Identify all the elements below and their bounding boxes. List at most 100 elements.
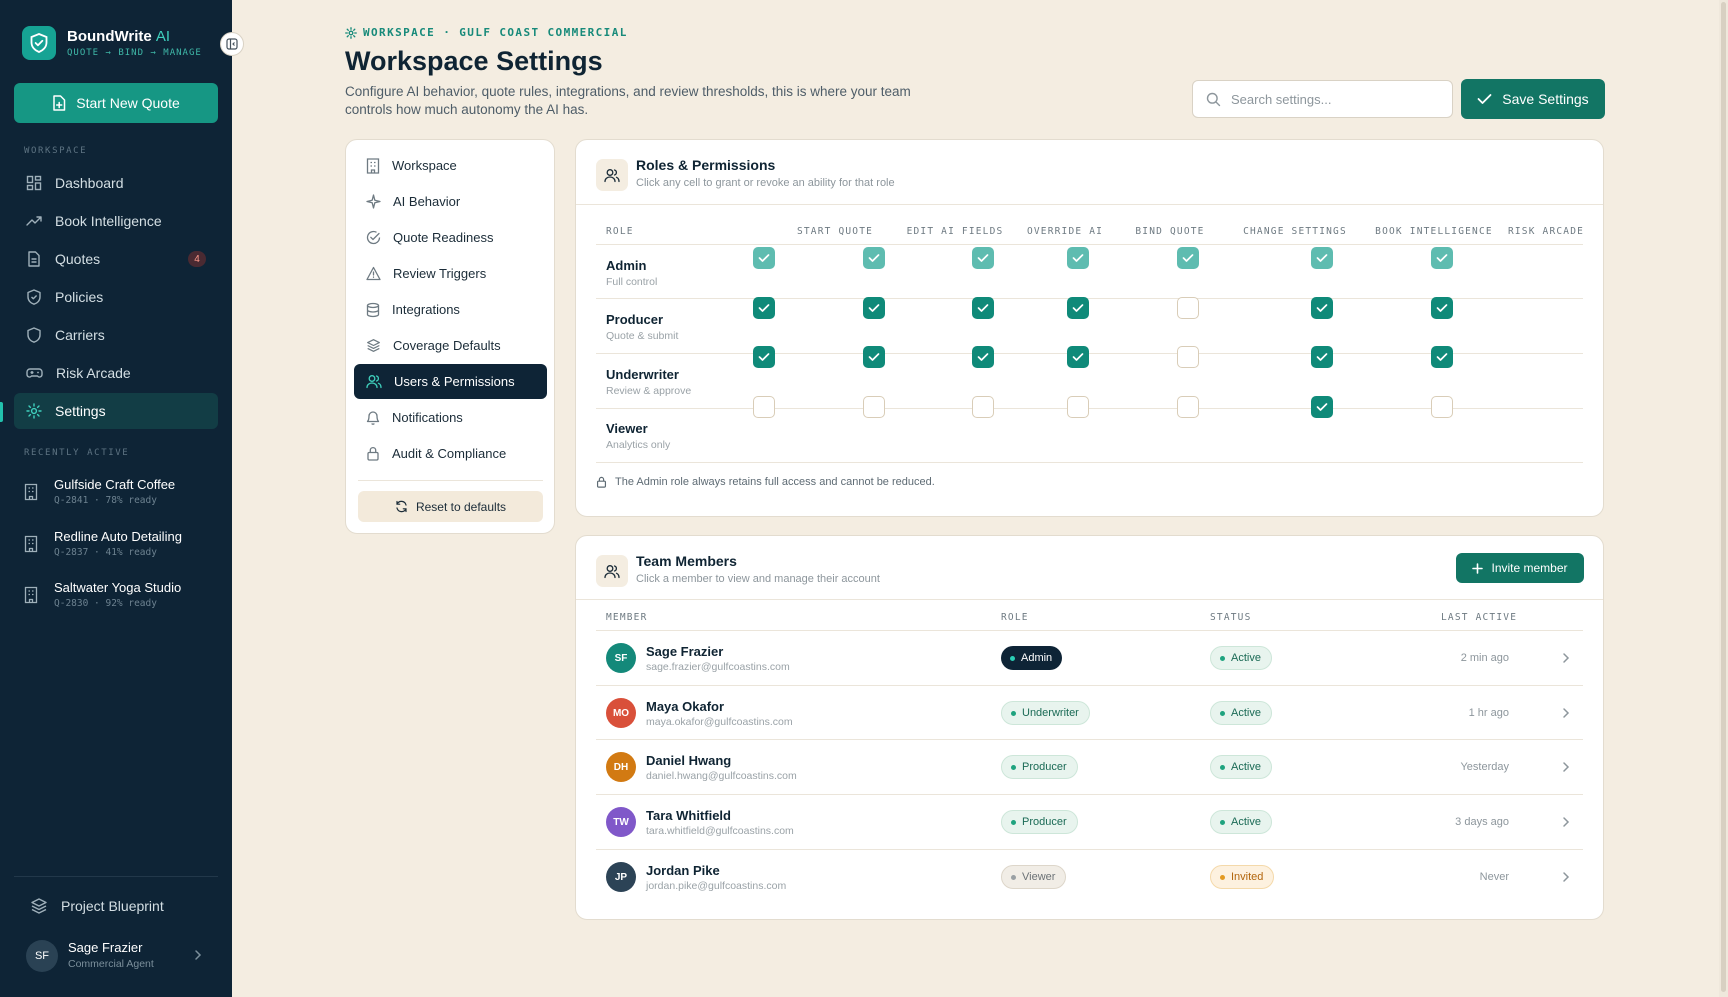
role-dot [1011, 710, 1016, 716]
search-input[interactable]: Search settings... [1192, 80, 1453, 118]
reset-defaults-button[interactable]: Reset to defaults [358, 491, 543, 522]
last-active-column-header: LAST ACTIVE [1441, 612, 1518, 623]
brand-tagline: QUOTE → BIND → MANAGE [67, 48, 202, 58]
permission-checkbox[interactable] [972, 346, 994, 368]
chevron-right-icon[interactable] [1561, 706, 1571, 720]
settings-nav-audit-compliance[interactable]: Audit & Compliance [354, 436, 547, 471]
permission-checkbox[interactable] [1177, 297, 1199, 319]
permission-checkbox[interactable] [1177, 396, 1199, 418]
settings-nav-divider [358, 480, 543, 481]
permission-checkbox[interactable] [1431, 297, 1453, 319]
role-badge[interactable]: Viewer [1001, 865, 1067, 889]
permission-checkbox[interactable] [1067, 396, 1089, 418]
sidebar-item-risk-arcade[interactable]: Risk Arcade [14, 355, 218, 391]
status-badge: Active [1210, 646, 1272, 670]
project-blueprint-label: Project Blueprint [61, 898, 164, 914]
perm-column-header: START QUOTE [796, 226, 874, 237]
permission-checkbox[interactable] [1177, 346, 1199, 368]
permission-checkbox[interactable] [1311, 297, 1333, 319]
chevron-right-icon[interactable] [1561, 760, 1571, 774]
member-name: Tara Whitfield [646, 808, 731, 823]
save-settings-button[interactable]: Save Settings [1461, 79, 1605, 119]
role-badge[interactable]: Producer [1001, 755, 1078, 779]
permission-checkbox[interactable] [863, 396, 885, 418]
settings-nav-workspace[interactable]: Workspace [354, 148, 547, 183]
start-new-quote-button[interactable]: Start New Quote [14, 83, 218, 123]
settings-nav-coverage-defaults[interactable]: Coverage Defaults [354, 328, 547, 363]
permission-checkbox[interactable] [863, 297, 885, 319]
settings-nav-users-permissions[interactable]: Users & Permissions [354, 364, 547, 399]
project-blueprint-link[interactable]: Project Blueprint [30, 897, 164, 915]
building-icon [366, 157, 380, 174]
chevron-right-icon[interactable] [193, 948, 203, 962]
role-badge[interactable]: Admin [1001, 646, 1063, 670]
sidebar-item-policies[interactable]: Policies [14, 279, 218, 315]
permission-checkbox[interactable] [753, 346, 775, 368]
recent-item[interactable]: Gulfside Craft Coffee Q-2841 · 78% ready [24, 477, 224, 517]
permission-checkbox[interactable] [972, 396, 994, 418]
collapse-sidebar-button[interactable] [220, 32, 244, 56]
permission-checkbox[interactable] [753, 297, 775, 319]
permission-checkbox[interactable] [863, 346, 885, 368]
role-badge[interactable]: Underwriter [1001, 701, 1090, 725]
chevron-right-icon[interactable] [1561, 651, 1571, 665]
sidebar-item-dashboard[interactable]: Dashboard [14, 165, 218, 201]
permission-checkbox[interactable] [1311, 396, 1333, 418]
role-desc: Quote & submit [606, 330, 679, 342]
avatar[interactable]: SF [26, 940, 58, 972]
settings-nav-review-triggers[interactable]: Review Triggers [354, 256, 547, 291]
status-dot [1220, 655, 1225, 661]
scrollbar-thumb[interactable] [1721, 2, 1726, 992]
settings-nav-quote-readiness[interactable]: Quote Readiness [354, 220, 547, 255]
roles-permissions-card: Roles & Permissions Click any cell to gr… [575, 139, 1604, 517]
permission-checkbox[interactable] [972, 297, 994, 319]
sidebar: BoundWrite AI QUOTE → BIND → MANAGE Star… [0, 0, 232, 997]
page-description: Configure AI behavior, quote rules, inte… [345, 84, 911, 117]
member-email: sage.frazier@gulfcoastins.com [646, 661, 790, 673]
settings-nav-label: Coverage Defaults [393, 338, 501, 353]
page-title: Workspace Settings [345, 46, 603, 76]
perm-column-header: OVERRIDE AI [1026, 226, 1104, 237]
logo[interactable] [22, 26, 56, 60]
role-name: Admin [606, 258, 647, 273]
member-email: tara.whitfield@gulfcoastins.com [646, 825, 794, 837]
member-email: jordan.pike@gulfcoastins.com [646, 880, 787, 892]
role-badge[interactable]: Producer [1001, 810, 1078, 834]
sidebar-item-carriers[interactable]: Carriers [14, 317, 218, 353]
admin-note: The Admin role always retains full acces… [596, 476, 935, 488]
recent-item[interactable]: Saltwater Yoga Studio Q-2830 · 92% ready [24, 580, 224, 620]
chevron-right-icon[interactable] [1561, 815, 1571, 829]
chevron-right-icon[interactable] [1561, 870, 1571, 884]
sidebar-item-label: Book Intelligence [55, 213, 162, 229]
sidebar-item-book-intelligence[interactable]: Book Intelligence [14, 203, 218, 239]
card-divider [576, 204, 1603, 205]
recent-item-meta: Q-2841 · 78% ready [54, 495, 157, 506]
permission-checkbox[interactable] [1311, 346, 1333, 368]
settings-nav-notifications[interactable]: Notifications [354, 400, 547, 435]
invite-member-button[interactable]: Invite member [1456, 553, 1584, 583]
status-badge: Active [1210, 810, 1272, 834]
users-icon-box [596, 159, 628, 191]
permission-checkbox[interactable] [1431, 346, 1453, 368]
status-badge-label: Active [1231, 652, 1261, 664]
settings-nav-integrations[interactable]: Integrations [354, 292, 547, 327]
permission-checkbox[interactable] [1431, 396, 1453, 418]
member-name: Jordan Pike [646, 863, 720, 878]
breadcrumb: WORKSPACE · GULF COAST COMMERCIAL [345, 26, 628, 39]
role-desc: Analytics only [606, 439, 671, 451]
user-name: Sage Frazier [68, 940, 143, 955]
sidebar-item-settings[interactable]: Settings [14, 393, 218, 429]
sidebar-item-quotes[interactable]: Quotes 4 [14, 241, 218, 277]
settings-nav-ai-behavior[interactable]: AI Behavior [354, 184, 547, 219]
users-icon [366, 375, 382, 389]
roles-subtitle: Click any cell to grant or revoke an abi… [636, 177, 895, 189]
permission-checkbox[interactable] [753, 396, 775, 418]
recent-item[interactable]: Redline Auto Detailing Q-2837 · 41% read… [24, 529, 224, 569]
permission-checkbox[interactable] [1067, 346, 1089, 368]
role-badge-label: Underwriter [1022, 707, 1079, 719]
status-badge: Invited [1210, 865, 1275, 889]
user-role: Commercial Agent [68, 958, 154, 970]
settings-nav-label: Quote Readiness [393, 230, 494, 245]
permission-checkbox[interactable] [1067, 297, 1089, 319]
role-column-header: ROLE [1001, 612, 1029, 623]
